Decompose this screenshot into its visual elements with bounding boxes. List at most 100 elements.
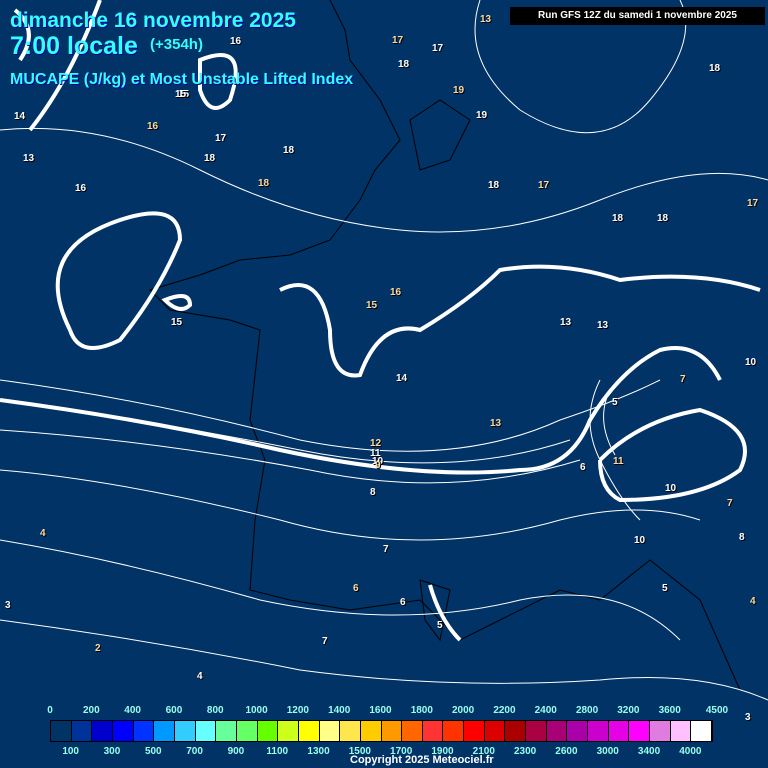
contour-label: 4	[40, 528, 46, 539]
contour-label: 18	[258, 178, 270, 189]
legend-swatch	[608, 721, 630, 741]
legend-label-top: 800	[206, 705, 224, 716]
coastlines	[149, 0, 741, 691]
legend-swatch	[567, 721, 589, 741]
contour-label: 10	[634, 535, 646, 546]
contour-label: 15	[171, 317, 183, 328]
legend-swatch	[546, 721, 568, 741]
contour-label: 18	[709, 63, 721, 74]
contour-label: 7	[383, 544, 389, 555]
legend-swatch	[381, 721, 403, 741]
contour-label: 6	[580, 462, 586, 473]
legend-swatch	[278, 721, 299, 741]
legend-swatch	[112, 721, 134, 741]
legend-label-top: 3600	[658, 705, 681, 716]
legend-swatch	[443, 721, 465, 741]
contour-label: 10	[745, 357, 757, 368]
model-run-label: Run GFS 12Z du samedi 1 novembre 2025	[510, 7, 765, 25]
forecast-date: dimanche 16 novembre 2025	[10, 9, 296, 32]
contour-label: 13	[480, 14, 492, 25]
legend-swatch	[51, 721, 72, 741]
contour-label: 16	[390, 287, 402, 298]
legend-label-bottom: 900	[227, 746, 245, 757]
legend-swatch	[360, 721, 382, 741]
contour-label: 17	[215, 133, 227, 144]
contour-label: 17	[747, 198, 759, 209]
legend-label-top: 1600	[369, 705, 392, 716]
legend-swatch	[216, 721, 237, 741]
legend-label-top: 600	[165, 705, 183, 716]
legend-label-top: 200	[82, 705, 100, 716]
legend-swatch	[340, 721, 361, 741]
legend-swatch	[402, 721, 423, 741]
color-legend	[50, 720, 713, 742]
contour-label: 6	[400, 597, 406, 608]
contour-label: 17	[392, 35, 404, 46]
legend-label-bottom: 2300	[513, 746, 537, 757]
contour-label: 17	[538, 180, 550, 191]
contour-label: 3	[5, 600, 11, 611]
legend-swatch	[133, 721, 155, 741]
legend-swatch	[174, 721, 196, 741]
contour-label: 11	[613, 456, 624, 467]
legend-label-top: 2400	[534, 705, 557, 716]
parameter-title: MUCAPE (J/kg) et Most Unstable Lifted In…	[10, 71, 354, 88]
contour-label: 18	[612, 213, 624, 224]
contour-label: 13	[597, 320, 609, 331]
contour-label: 7	[680, 374, 686, 385]
legend-swatch	[526, 721, 547, 741]
legend-label-bottom: 3400	[637, 746, 661, 757]
legend-label-bottom: 700	[186, 746, 203, 757]
legend-swatch	[670, 721, 692, 741]
legend-label-top: 1400	[328, 705, 351, 716]
legend-swatch	[650, 721, 671, 741]
forecast-lead-time: (+354h)	[150, 36, 203, 53]
contour-label: 3	[745, 712, 751, 723]
contour-label: 10	[665, 483, 677, 494]
contour-label: 4	[197, 671, 203, 682]
legend-label-bottom: 1300	[307, 746, 330, 757]
contour-label: 4	[750, 596, 756, 607]
contour-label: 18	[204, 153, 216, 164]
legend-swatch	[257, 721, 279, 741]
legend-swatch	[195, 721, 217, 741]
contour-label: 13	[490, 418, 502, 429]
legend-label-top: 1200	[286, 705, 309, 716]
contour-label: 19	[453, 85, 465, 96]
contour-label: 16	[147, 121, 159, 132]
legend-swatch	[92, 721, 113, 741]
legend-label-top: 400	[124, 705, 141, 716]
contour-layer	[0, 0, 768, 701]
legend-label-bottom: 100	[62, 746, 79, 757]
contour-label: 18	[398, 59, 410, 70]
contour-label: 8	[370, 487, 376, 498]
legend-label-top: 4500	[705, 705, 729, 716]
legend-label-top: 0	[47, 705, 53, 716]
forecast-time: 7:00 locale	[10, 32, 138, 60]
contour-label: 15	[175, 89, 187, 100]
contour-label: 6	[353, 583, 359, 594]
contour-label: 7	[727, 498, 733, 509]
legend-swatch	[464, 721, 485, 741]
contour-label: 2	[95, 643, 101, 654]
legend-swatch	[484, 721, 506, 741]
legend-swatch	[319, 721, 341, 741]
weather-map: dimanche 16 novembre 2025 7:00 locale (+…	[0, 0, 768, 768]
legend-label-bottom: 2600	[555, 746, 578, 757]
legend-swatch	[422, 721, 444, 741]
zero-li-isolines	[0, 0, 761, 642]
thin-isolines	[0, 0, 768, 701]
legend-label-bottom: 300	[103, 746, 121, 757]
contour-label: 16	[230, 36, 242, 47]
contour-label: 16	[75, 183, 87, 194]
legend-swatch	[588, 721, 609, 741]
contour-label: 15	[366, 300, 378, 311]
contour-label: 18	[283, 145, 295, 156]
legend-label-bottom: 1100	[266, 746, 289, 757]
contour-label: 13	[560, 317, 572, 328]
copyright: Copyright 2025 Meteociel.fr	[350, 754, 494, 766]
contour-label: 19	[476, 110, 488, 121]
contour-label: 5	[612, 397, 618, 408]
legend-label-top: 1800	[410, 705, 433, 716]
contour-label: 14	[14, 111, 26, 122]
